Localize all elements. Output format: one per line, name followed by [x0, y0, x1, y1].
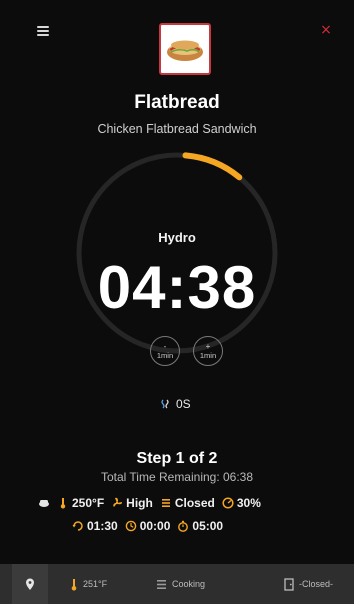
door-status: -Closed- [284, 564, 333, 604]
steam-icon [161, 399, 169, 409]
step-duration: 05:00 [177, 519, 223, 533]
hold-time: 00:00 [125, 519, 171, 533]
damper-setting: Closed [160, 496, 215, 510]
temperature-setting: 250°F [57, 496, 104, 510]
steam-value: 0S [176, 397, 191, 411]
oven-temperature-value: 251°F [83, 579, 108, 589]
cycle-time-value: 01:30 [87, 519, 118, 533]
total-time-remaining: Total Time Remaining: 06:38 [100, 470, 254, 484]
product-description: Chicken Flatbread Sandwich [97, 122, 257, 136]
food-type-chip [38, 497, 50, 509]
damper-icon [161, 499, 170, 507]
door-status-value: -Closed- [299, 579, 334, 589]
clock-icon [125, 520, 137, 532]
steam-indicator: 0S [160, 396, 191, 412]
subtract-minute-button[interactable]: - 1min [150, 336, 180, 366]
humidity-setting-value: 30% [236, 496, 261, 510]
humidity-setting: 30% [222, 496, 261, 510]
fan-icon [113, 497, 123, 507]
location-pin-icon [26, 578, 34, 590]
oven-activity-status: Cooking [156, 564, 205, 604]
plus-sign: + [205, 341, 211, 351]
thermometer-icon [71, 578, 77, 591]
add-minute-button[interactable]: + 1min [193, 336, 223, 366]
heating-icon [157, 579, 166, 589]
door-icon [284, 577, 294, 591]
thermometer-icon [60, 498, 66, 509]
flatbread-sandwich-image [159, 23, 211, 75]
temperature-setting-value: 250°F [72, 496, 105, 510]
countdown-timer: 04:38 [97, 254, 257, 321]
oven-activity-value: Cooking [172, 579, 206, 589]
damper-setting-value: Closed [174, 496, 215, 510]
location-pin-button[interactable] [12, 564, 48, 604]
cycle-time: 01:30 [72, 519, 118, 533]
fan-setting: High [111, 496, 153, 510]
cycle-icon [72, 521, 83, 531]
product-name: Flatbread [134, 92, 220, 113]
food-icon [39, 500, 49, 507]
close-icon[interactable]: × [318, 22, 334, 38]
hamburger-menu-icon[interactable] [37, 26, 49, 36]
step-label: Step 1 of 2 [136, 450, 218, 467]
add-minute-label: 1min [199, 350, 217, 360]
settings-row-primary: 250°F High Closed 30% [38, 495, 268, 511]
cooking-mode-label: Hydro [158, 230, 196, 245]
status-bar: 251°F Cooking -Closed- [0, 564, 354, 604]
humidity-gauge-icon [222, 497, 234, 509]
subtract-minute-label: 1min [156, 350, 174, 360]
oven-temperature-status: 251°F [70, 564, 107, 604]
minus-sign: - [163, 341, 167, 351]
timer-icon [178, 520, 189, 532]
step-duration-value: 05:00 [192, 519, 224, 533]
settings-row-secondary: 01:30 00:00 05:00 [72, 518, 230, 534]
hold-time-value: 00:00 [139, 519, 171, 533]
fan-setting-value: High [126, 496, 153, 510]
